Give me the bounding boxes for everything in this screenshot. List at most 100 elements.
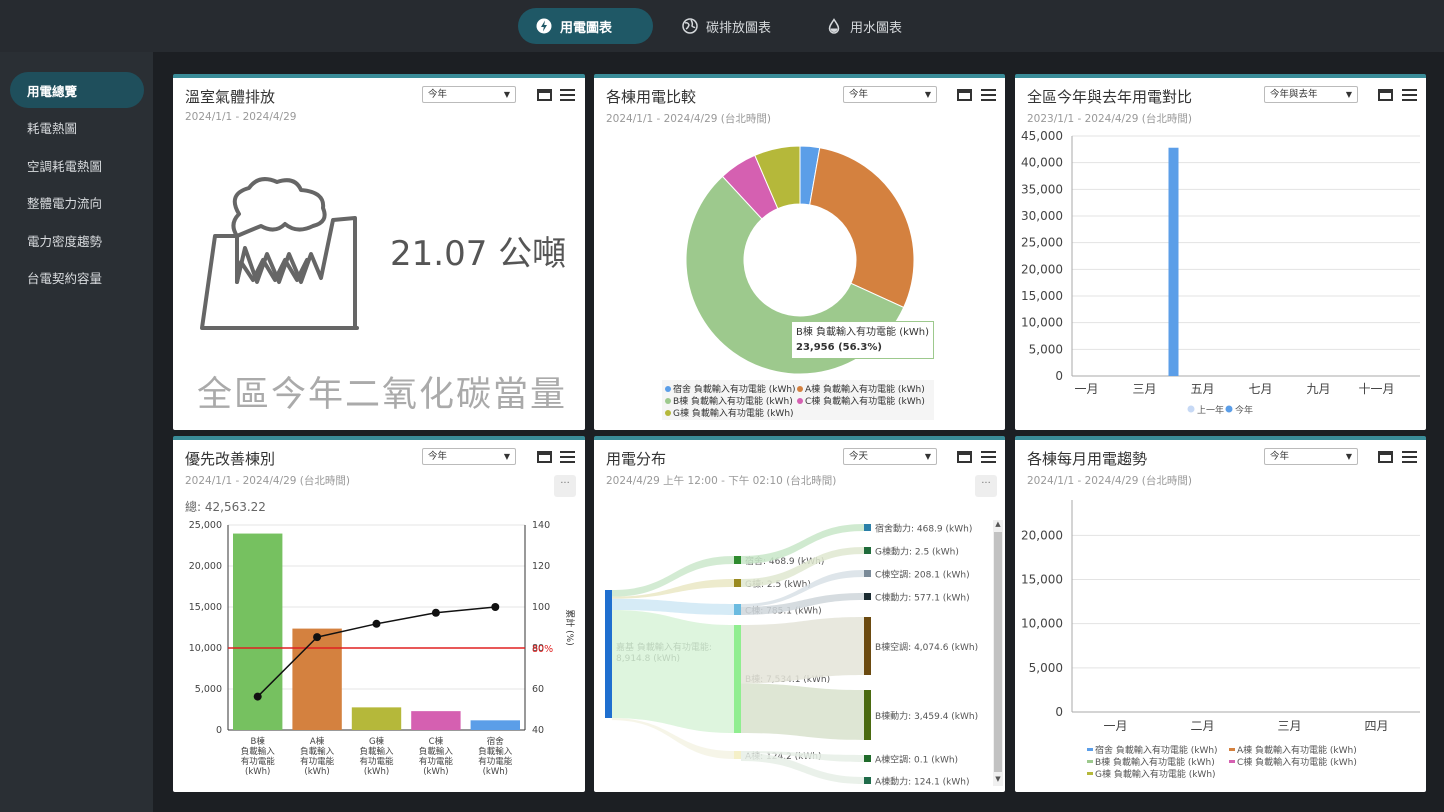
y-tick-label: 20,000 <box>1021 528 1063 542</box>
sankey-node-source <box>605 590 612 718</box>
x-tick-label: (kWh) <box>483 767 508 777</box>
y-tick-label: 25,000 <box>1021 236 1063 250</box>
period-select[interactable]: 今年 ▼ <box>422 86 516 103</box>
sankey-node <box>864 593 871 600</box>
sidebar-item-overview[interactable]: 用電總覽 <box>10 72 144 108</box>
x-tick-label: 二月 <box>1190 719 1214 733</box>
x-tick-label: G棟 <box>369 736 385 747</box>
sidebar-item-ac-heatmap[interactable]: 空調耗電熱圖 <box>10 147 144 183</box>
y-tick-label: 5,000 <box>1029 342 1063 356</box>
legend-swatch <box>797 398 803 404</box>
building-compare-panel: 各棟用電比較 今年 ▼ 2024/1/1 - 2024/4/29 (台北時間) 宿… <box>594 74 1005 430</box>
cumulative-point <box>313 633 322 642</box>
scrollbar-thumb[interactable] <box>994 532 1002 772</box>
scroll-up-icon[interactable]: ▲ <box>993 520 1003 528</box>
scroll-down-icon[interactable]: ▼ <box>993 775 1003 783</box>
y-tick-label: 5,000 <box>195 684 222 695</box>
sidebar-item-density-trend[interactable]: 電力密度趨勢 <box>10 222 144 258</box>
yoy-bar-chart: 0 5,000 10,000 15,000 20,000 25,000 30,000 35,0… <box>1021 129 1420 416</box>
sankey-node <box>864 777 871 784</box>
legend-swatch <box>1187 405 1195 413</box>
y-tick-label: 20,000 <box>1021 262 1063 276</box>
y2-tick-label: 100 <box>532 602 550 613</box>
legend-swatch <box>797 386 803 392</box>
y-tick-label: 15,000 <box>189 602 222 613</box>
sankey-label: A棟動力: 124.1 (kWh) <box>875 776 970 788</box>
y2-tick-label: 40 <box>532 725 544 736</box>
sidebar-item-heatmap[interactable]: 耗電熱圖 <box>10 109 144 145</box>
x-tick-label: 一月 <box>1074 382 1098 396</box>
panel-date-range: 2024/1/1 - 2024/4/29 <box>185 111 297 123</box>
x-tick-label: A棟 <box>310 736 325 747</box>
tab-electricity-charts[interactable]: 用電圖表 <box>518 8 653 44</box>
bar <box>1168 147 1179 376</box>
sidebar-item-contract-capacity[interactable]: 台電契約容量 <box>10 259 144 295</box>
legend-item: C棟 負載輸入有功電能 (kWh) <box>1237 756 1357 768</box>
legend-item: A棟 負載輸入有功電能 (kWh) <box>1237 744 1357 756</box>
x-tick-label: 有功電能 <box>241 756 276 767</box>
x-tick-label: 有功電能 <box>300 756 335 767</box>
legend-swatch <box>665 410 671 416</box>
y2-tick-label: 60 <box>532 684 544 695</box>
y-tick-label: 0 <box>1055 705 1063 719</box>
sankey-node <box>734 556 741 564</box>
sidebar: 用電總覽 耗電熱圖 空調耗電熱圖 整體電力流向 電力密度趨勢 台電契約容量 <box>0 52 153 812</box>
pareto-chart: 05,00010,00015,00020,00025,0004060801001… <box>189 520 576 777</box>
x-tick-label: 有功電能 <box>419 756 454 767</box>
water-drop-icon <box>828 18 840 34</box>
top-nav-bar: 用電圖表 碳排放圖表 用水圖表 <box>0 0 1444 52</box>
sankey-node <box>864 617 871 675</box>
sidebar-item-power-flow[interactable]: 整體電力流向 <box>10 184 144 220</box>
sankey-label: A棟空調: 0.1 (kWh) <box>875 754 958 766</box>
sidebar-item-label: 空調耗電熱圖 <box>27 158 103 174</box>
bar <box>470 720 520 730</box>
sankey-link <box>612 610 734 733</box>
x-tick-label: (kWh) <box>304 767 329 777</box>
x-tick-label: 負載輸入 <box>241 746 276 757</box>
legend-item: B棟 負載輸入有功電能 (kWh) <box>1095 756 1215 768</box>
sankey-node <box>734 625 741 733</box>
y-tick-label: 10,000 <box>1021 316 1063 330</box>
legend-item: G棟 負載輸入有功電能 (kWh) <box>673 407 794 419</box>
window-icon[interactable] <box>537 89 552 101</box>
bar <box>292 628 342 730</box>
x-tick-label: 負載輸入 <box>359 746 394 757</box>
sankey-node <box>864 524 871 531</box>
legend-swatch <box>1225 405 1233 413</box>
x-tick-label: 有功電能 <box>359 756 394 767</box>
select-value: 今年 <box>428 89 448 100</box>
x-tick-label: 七月 <box>1248 382 1272 396</box>
tooltip-title: B棟 負載輸入有功電能 (kWh) <box>796 327 930 338</box>
x-tick-label: 九月 <box>1306 382 1330 396</box>
sankey-node <box>734 579 741 587</box>
x-tick-label: (kWh) <box>245 767 270 777</box>
sankey-label: C棟空調: 208.1 (kWh) <box>875 569 970 581</box>
y-tick-label: 15,000 <box>1021 573 1063 587</box>
y-tick-label: 0 <box>1055 369 1063 383</box>
legend-swatch <box>1229 760 1235 763</box>
sidebar-item-label: 整體電力流向 <box>27 195 103 211</box>
globe-icon <box>682 18 698 34</box>
y-tick-label: 0 <box>216 725 222 736</box>
legend-item: 宿舍 負載輸入有功電能 (kWh) <box>673 383 796 395</box>
monthly-trend-panel: 各棟每月用電趨勢 今年 ▼ 2024/1/1 - 2024/4/29 (台北時間)… <box>1015 436 1426 792</box>
y2-tick-label: 140 <box>532 520 550 531</box>
menu-icon[interactable] <box>560 89 575 101</box>
sidebar-item-label: 用電總覽 <box>27 83 78 99</box>
tab-carbon-charts[interactable]: 碳排放圖表 <box>664 8 804 44</box>
sankey-label: B棟動力: 3,459.4 (kWh) <box>875 710 978 722</box>
monthly-line-chart: 0 5,000 10,000 15,000 20,000 一月 二月 三月 四月宿舍 負載輸入有… <box>1021 500 1420 780</box>
scrollbar[interactable]: ▲ ▼ <box>993 520 1003 786</box>
legend-swatch <box>1229 748 1235 751</box>
sankey-link <box>741 683 864 740</box>
legend-item: 宿舍 負載輸入有功電能 (kWh) <box>1095 744 1218 756</box>
tab-label: 碳排放圖表 <box>706 20 772 36</box>
cumulative-point <box>431 608 440 617</box>
x-tick-label: 負載輸入 <box>419 746 454 757</box>
y-tick-label: 20,000 <box>189 561 222 572</box>
bar <box>351 707 402 730</box>
tab-water-charts[interactable]: 用水圖表 <box>808 8 928 44</box>
co2-caption: 全區今年二氧化碳當量 <box>197 375 568 415</box>
sidebar-item-label: 耗電熱圖 <box>27 120 78 136</box>
y-tick-label: 10,000 <box>1021 617 1063 631</box>
